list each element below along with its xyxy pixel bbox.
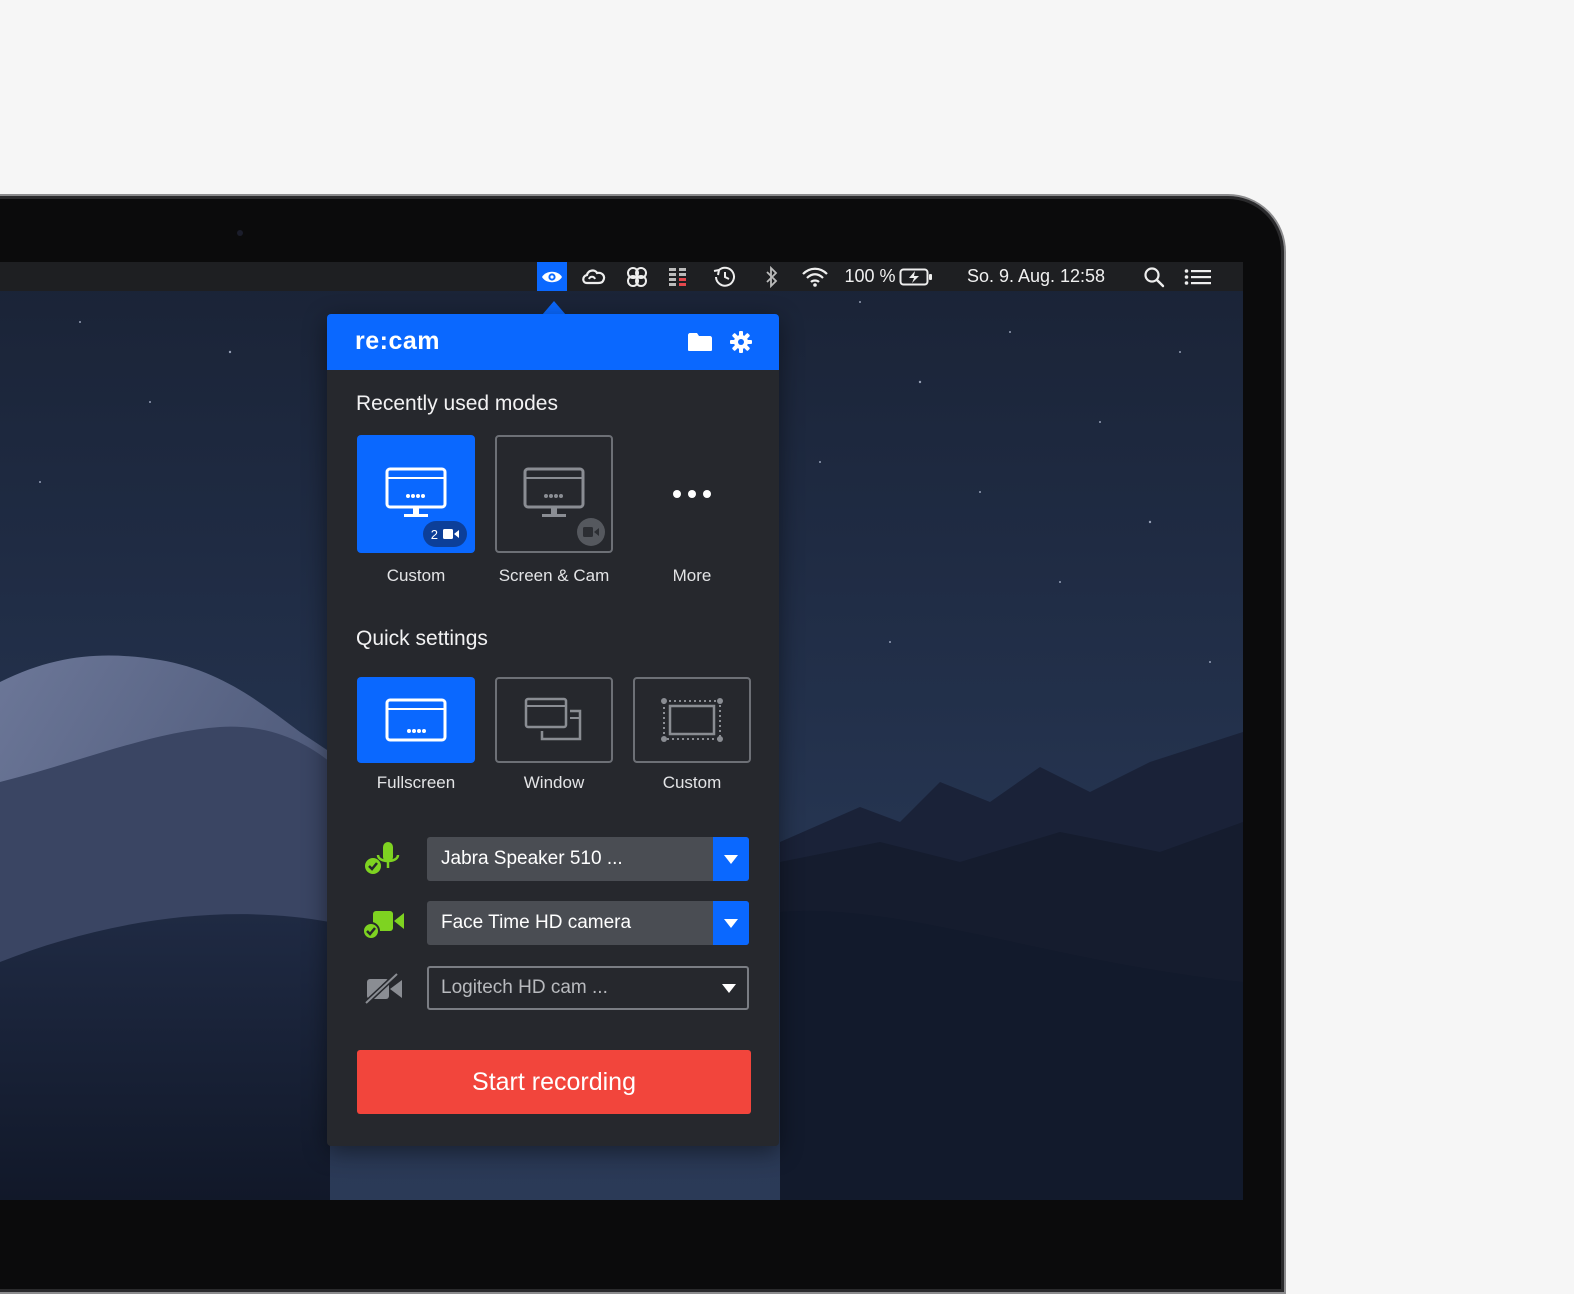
window-icon [524, 697, 582, 741]
second-camera-row: Logitech HD cam ... [357, 966, 749, 1010]
quick-window-tile[interactable] [495, 677, 613, 763]
quick-custom-tile[interactable] [633, 677, 751, 763]
notification-center-icon[interactable] [1183, 262, 1213, 291]
monitor-icon [523, 467, 585, 517]
chevron-down-icon[interactable] [711, 968, 747, 1008]
istat-icon[interactable] [664, 262, 692, 291]
battery-percent: 100 % [844, 266, 896, 286]
webcam-lens [237, 230, 243, 236]
recam-popover: re:cam Recently used modes 2 Custom Scre… [327, 314, 779, 1146]
wifi-icon[interactable] [800, 262, 830, 291]
mode-custom-label: Custom [386, 566, 446, 585]
bluetooth-icon[interactable] [760, 262, 784, 291]
app-logo: re:cam [355, 327, 440, 355]
more-dots-icon [673, 490, 711, 498]
chevron-down-icon[interactable] [713, 837, 749, 881]
camera-count: 2 [430, 526, 438, 542]
folder-icon[interactable] [685, 328, 715, 356]
camera-ok-icon [362, 911, 404, 940]
quick-window-label: Window [523, 773, 585, 792]
mode-custom-tile[interactable]: 2 [357, 435, 475, 553]
monitor-icon [385, 467, 447, 517]
camera-row: Face Time HD camera [357, 901, 749, 945]
more-modes-button[interactable] [633, 435, 751, 553]
custom-region-icon [661, 698, 723, 742]
mode-screen-cam-tile[interactable] [495, 435, 613, 553]
microphone-row: Jabra Speaker 510 ... [357, 837, 749, 881]
camera-select[interactable]: Face Time HD camera [427, 901, 749, 945]
mode-screen-cam-label: Screen & Cam [498, 566, 610, 585]
recam-eye-icon[interactable] [537, 262, 567, 291]
menubar-clock[interactable]: So. 9. Aug. 12:58 [954, 262, 1118, 291]
more-modes-label: More [672, 566, 712, 585]
recent-modes-title: Recently used modes [356, 392, 558, 415]
microphone-ok-icon [365, 842, 400, 874]
microphone-select[interactable]: Jabra Speaker 510 ... [427, 837, 749, 881]
video-camera-icon [583, 527, 599, 537]
video-camera-icon [443, 529, 459, 539]
battery-icon[interactable] [898, 262, 934, 291]
camera-count-badge: 2 [422, 521, 467, 547]
quick-settings-title: Quick settings [356, 627, 488, 650]
quick-custom-label: Custom [662, 773, 722, 792]
chevron-down-icon[interactable] [713, 901, 749, 945]
second-camera-select-value: Logitech HD cam ... [441, 977, 608, 998]
quick-fullscreen-label: Fullscreen [376, 773, 456, 792]
scanner-icon[interactable] [622, 262, 652, 291]
time-machine-icon[interactable] [709, 262, 739, 291]
macos-menubar: 100 % So. 9. Aug. 12:58 [0, 262, 1243, 291]
camera-badge [577, 518, 605, 546]
popover-header: re:cam [327, 314, 779, 370]
second-camera-select[interactable]: Logitech HD cam ... [427, 966, 749, 1010]
start-recording-button[interactable]: Start recording [357, 1050, 751, 1114]
quick-fullscreen-tile[interactable] [357, 677, 475, 763]
creative-cloud-icon[interactable] [579, 262, 609, 291]
popover-arrow [542, 301, 566, 315]
fullscreen-icon [385, 698, 447, 742]
camera-select-value: Face Time HD camera [441, 912, 632, 933]
camera-off-icon [364, 972, 402, 1005]
spotlight-icon[interactable] [1141, 262, 1167, 291]
gear-icon[interactable] [726, 328, 756, 356]
microphone-select-value: Jabra Speaker 510 ... [441, 848, 623, 869]
